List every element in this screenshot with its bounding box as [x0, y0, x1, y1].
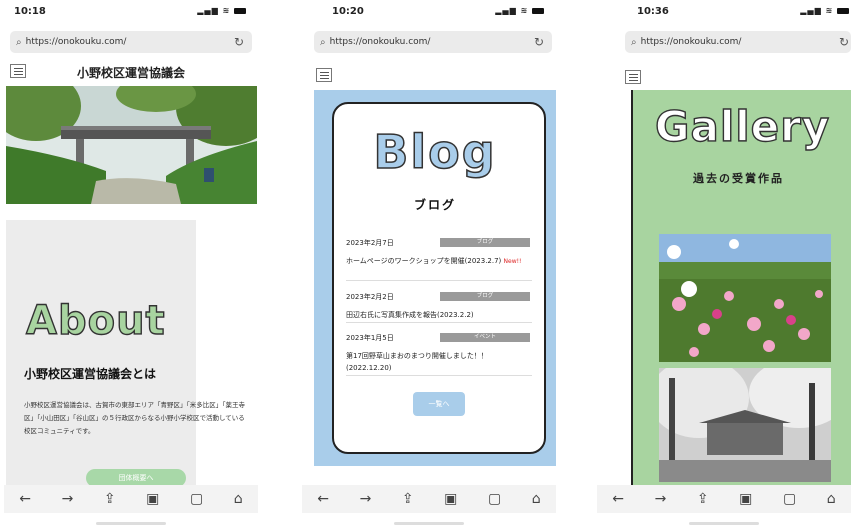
post-category-badge: イベント [440, 333, 530, 342]
gallery-heading: Gallery [654, 101, 831, 151]
menu-icon[interactable] [625, 70, 641, 84]
reload-icon[interactable]: ↻ [534, 35, 544, 49]
gallery-subheading: 過去の受賞作品 [693, 172, 784, 185]
post-title[interactable]: 田辺右氏に写真集作成を報告(2023.2.2) [346, 309, 532, 321]
post-date: 2023年1月5日 [346, 334, 394, 342]
blog-heading: Blog [373, 124, 497, 180]
forward-icon[interactable]: → [360, 491, 372, 507]
new-badge: New!! [503, 258, 522, 265]
signal-wifi-battery-icon: ▂▄▆ ≋ [800, 6, 849, 15]
tabs-icon[interactable]: ▢ [783, 491, 796, 507]
phone-screen-blog: 10:20 ▂▄▆ ≋ ⌕ https://onokouku.com/ ↻ Bl… [302, 0, 556, 531]
home-indicator [394, 522, 464, 525]
url-text: https://onokouku.com/ [640, 37, 742, 47]
post-category-badge: ブログ [440, 292, 530, 301]
signal-wifi-battery-icon: ▂▄▆ ≋ [197, 6, 246, 15]
post-date: 2023年2月7日 [346, 239, 394, 247]
url-text: https://onokouku.com/ [329, 37, 431, 47]
menu-icon[interactable] [316, 68, 332, 82]
forward-icon[interactable]: → [655, 491, 667, 507]
post-title[interactable]: ホームページのワークショップを開催(2023.2.7) [346, 257, 501, 265]
back-icon[interactable]: ← [317, 491, 329, 507]
tabs-icon[interactable]: ▢ [190, 491, 203, 507]
share-icon[interactable]: ⇪ [697, 491, 709, 507]
post-category-badge: ブログ [440, 238, 530, 247]
gallery-photo-shrine[interactable] [659, 368, 831, 482]
address-bar[interactable]: ⌕ https://onokouku.com/ ↻ [314, 31, 552, 53]
search-icon: ⌕ [320, 36, 326, 48]
home-icon[interactable]: ⌂ [532, 491, 541, 507]
back-icon[interactable]: ← [612, 491, 624, 507]
back-icon[interactable]: ← [19, 491, 31, 507]
post-title[interactable]: 第17回野草山まおのまつり開催しました！！(2022.12.20) [346, 350, 532, 374]
blog-post-item[interactable]: 2023年1月5日 イベント 第17回野草山まおのまつり開催しました！！(202… [346, 333, 532, 376]
status-time: 10:18 [14, 6, 46, 17]
blog-subheading: ブログ [413, 198, 456, 212]
forward-icon[interactable]: → [62, 491, 74, 507]
reload-icon[interactable]: ↻ [839, 35, 849, 49]
phone-screen-gallery: 10:36 ▂▄▆ ≋ ⌕ https://onokouku.com/ ↻ Ga… [597, 0, 851, 531]
status-bar: 10:20 ▂▄▆ ≋ [302, 6, 556, 22]
reload-icon[interactable]: ↻ [234, 35, 244, 49]
phone-screen-about: 10:18 ▂▄▆ ≋ ⌕ https://onokouku.com/ ↻ 小野… [4, 0, 258, 531]
bookmarks-icon[interactable]: ▣ [444, 491, 457, 507]
hero-image-bridge [6, 86, 257, 204]
about-heading: About [25, 297, 166, 344]
search-icon: ⌕ [16, 36, 22, 48]
browser-toolbar: ← → ⇪ ▣ ▢ ⌂ [4, 485, 258, 513]
bookmarks-icon[interactable]: ▣ [739, 491, 752, 507]
browser-toolbar: ← → ⇪ ▣ ▢ ⌂ [597, 485, 851, 513]
blog-post-item[interactable]: 2023年2月2日 ブログ 田辺右氏に写真集作成を報告(2023.2.2) [346, 292, 532, 323]
browser-toolbar: ← → ⇪ ▣ ▢ ⌂ [302, 485, 556, 513]
signal-wifi-battery-icon: ▂▄▆ ≋ [495, 6, 544, 15]
address-bar[interactable]: ⌕ https://onokouku.com/ ↻ [10, 31, 252, 53]
home-icon[interactable]: ⌂ [827, 491, 836, 507]
url-text: https://onokouku.com/ [25, 37, 127, 47]
home-indicator [689, 522, 759, 525]
about-description: 小野校区運営協議会は、古賀市の東部エリア「青野区」「米多比区」「薬王寺区」「小山… [24, 401, 245, 435]
tabs-icon[interactable]: ▢ [488, 491, 501, 507]
blog-post-item[interactable]: 2023年2月7日 ブログ ホームページのワークショップを開催(2023.2.7… [346, 238, 532, 281]
home-icon[interactable]: ⌂ [234, 491, 243, 507]
bookmarks-icon[interactable]: ▣ [146, 491, 159, 507]
status-bar: 10:18 ▂▄▆ ≋ [4, 6, 258, 22]
about-section-background [6, 220, 196, 490]
status-time: 10:20 [332, 6, 364, 17]
home-indicator [96, 522, 166, 525]
share-icon[interactable]: ⇪ [104, 491, 116, 507]
status-bar: 10:36 ▂▄▆ ≋ [597, 6, 851, 22]
post-date: 2023年2月2日 [346, 293, 394, 301]
status-time: 10:36 [637, 6, 669, 17]
about-subheading: 小野校区運営協議会とは [24, 367, 157, 381]
site-title: 小野校区運営協議会 [76, 66, 185, 80]
share-icon[interactable]: ⇪ [402, 491, 414, 507]
gallery-photo-cosmos[interactable] [659, 234, 831, 362]
search-icon: ⌕ [631, 36, 637, 48]
view-list-button[interactable]: 一覧へ [413, 392, 465, 416]
address-bar[interactable]: ⌕ https://onokouku.com/ ↻ [625, 31, 851, 53]
